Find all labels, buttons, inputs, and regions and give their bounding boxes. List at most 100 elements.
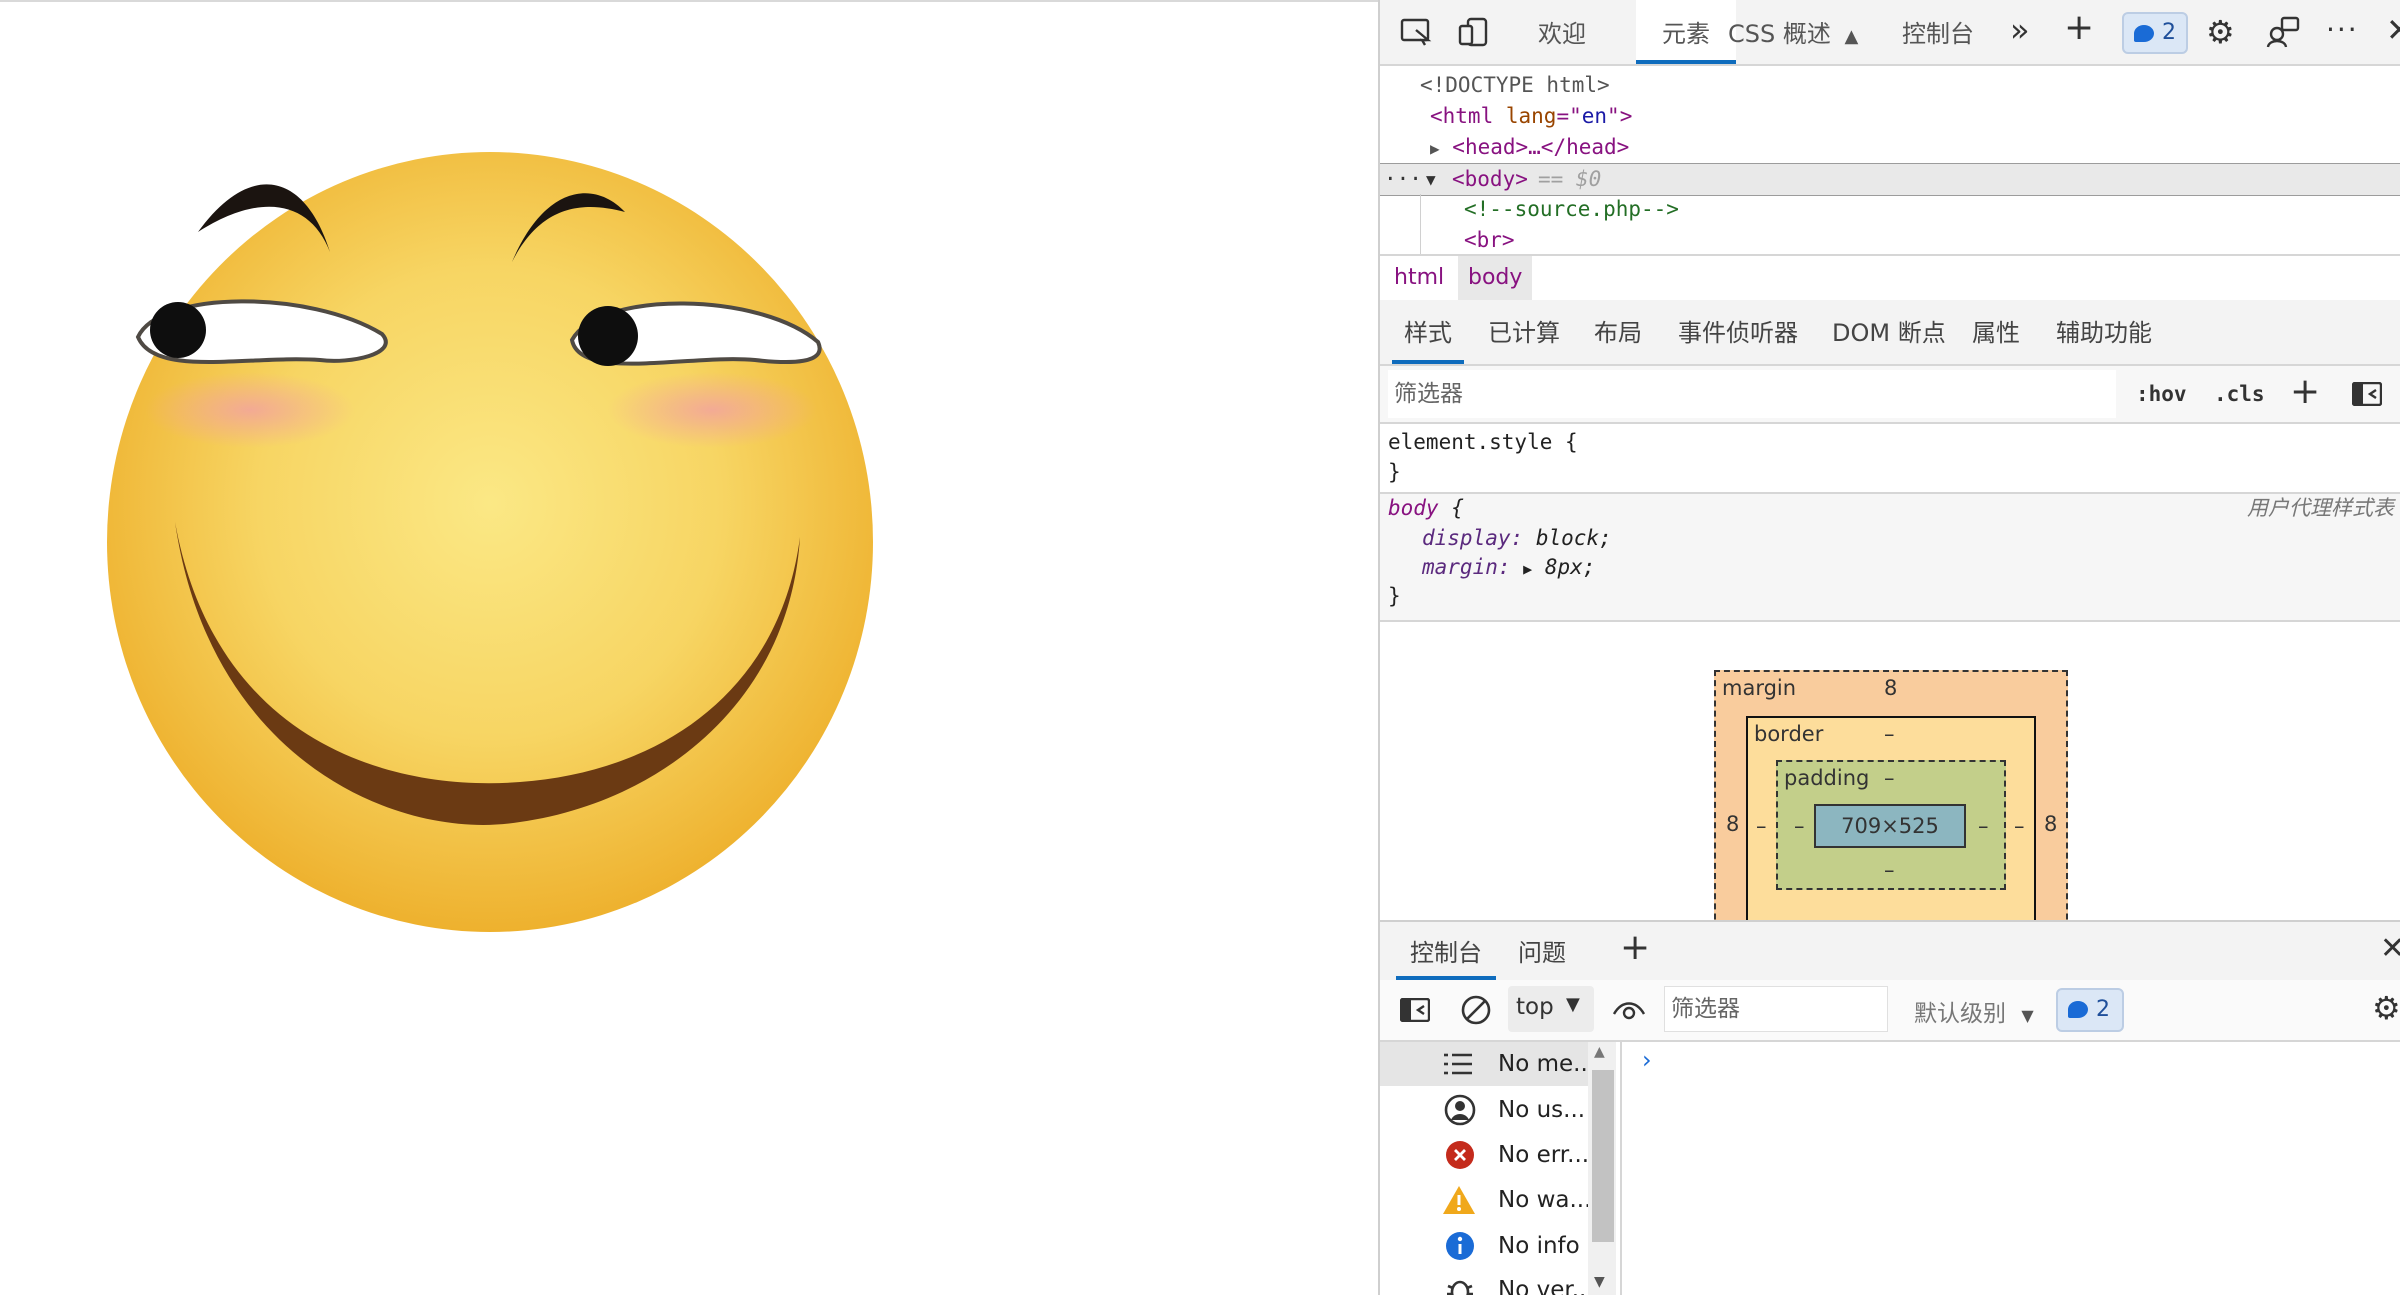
context-selector[interactable]: top ▼ [1508, 986, 1594, 1032]
sidebar-item-verbose[interactable]: No ver... [1380, 1268, 1600, 1295]
breadcrumb-body[interactable]: body [1458, 256, 1533, 300]
live-expression-eye-icon[interactable] [1612, 998, 1646, 1022]
new-style-rule-plus-icon[interactable]: + [2290, 374, 2320, 410]
margin-top-value: 8 [1884, 676, 1898, 700]
settings-gear-icon[interactable]: ⚙ [2206, 16, 2235, 48]
smirk-emoji-image [107, 152, 873, 932]
add-tab-plus-icon[interactable]: + [2064, 10, 2094, 46]
drawer-tab-console[interactable]: 控制台 [1396, 922, 1496, 980]
element-style-rule[interactable]: element.style { } [1380, 424, 2400, 494]
log-level-dropdown[interactable]: 默认级别 ▼ [1914, 994, 2034, 1028]
bug-icon [1444, 1274, 1476, 1295]
more-options-icon[interactable]: ··· [2326, 16, 2359, 44]
dom-body-line-selected[interactable]: ··· ▼ <body> == $0 [1380, 163, 2400, 196]
sidebar-item-label: No ver... [1498, 1277, 1594, 1295]
tab-dom-breakpoints[interactable]: DOM 断点 [1832, 300, 1946, 364]
body-rule-close: } [1388, 584, 1401, 608]
devtools-panel: 欢迎 元素 CSS 概述 ▲ 控制台 » + 2 ⚙ ··· ✕ <!DOCTY… [1378, 0, 2400, 1295]
console-toolbar: top ▼ 默认级别 ▼ 2 ⚙ [1380, 980, 2400, 1042]
box-model-content[interactable]: 709×525 [1814, 804, 1966, 848]
clear-console-icon[interactable] [1460, 994, 1492, 1026]
sidebar-item-messages[interactable]: No me... [1380, 1042, 1600, 1086]
margin-left-value: 8 [1726, 812, 1740, 836]
tab-css-overview[interactable]: CSS 概述 ▲ [1728, 0, 1868, 64]
body-selector: body [1388, 496, 1439, 520]
tab-elements-label: 元素 [1662, 20, 1710, 48]
style-rules: element.style { } body { 用户代理样式表 display… [1380, 424, 2400, 622]
dom-node-actions-icon[interactable]: ··· [1384, 164, 1422, 195]
page-viewport [0, 0, 1378, 1295]
dom-body-ref: == $0 [1538, 167, 1602, 191]
border-label: border [1754, 722, 1824, 746]
issues-badge-button[interactable]: 2 [2122, 12, 2188, 54]
dom-body-tag: <body> [1452, 167, 1528, 191]
drawer-tab-issues[interactable]: 问题 [1518, 922, 1566, 980]
dom-html-line[interactable]: <html lang="en"> [1430, 101, 1632, 132]
box-model-margin[interactable]: margin 8 8 8 border – – – – padding – – … [1714, 670, 2068, 976]
drawer-tabs: 控制台 问题 + ✕ [1380, 920, 2400, 982]
tab-styles[interactable]: 样式 [1392, 300, 1464, 364]
sidebar-item-label: No wa... [1498, 1187, 1592, 1213]
console-prompt-chevron-icon[interactable]: › [1642, 1046, 1652, 1074]
sidebar-item-errors[interactable]: No err... [1380, 1133, 1600, 1177]
show-console-sidebar-icon[interactable] [1399, 997, 1431, 1023]
body-rule-header: body { [1388, 494, 1464, 523]
inspect-element-icon[interactable] [1400, 18, 1432, 46]
element-style-close: } [1388, 460, 1401, 484]
sidebar-item-warnings[interactable]: No wa... [1380, 1178, 1600, 1222]
toggle-sidebar-icon[interactable] [2351, 381, 2383, 407]
tab-properties[interactable]: 属性 [1972, 300, 2020, 364]
tab-console[interactable]: 控制台 [1902, 0, 1992, 64]
collapse-triangle-icon[interactable]: ▼ [1426, 164, 1436, 195]
dom-comment-line[interactable]: <!--source.php--> [1464, 194, 1679, 225]
margin-declaration[interactable]: margin: ▶ 8px; [1422, 553, 1595, 582]
log-level-label: 默认级别 [1914, 1001, 2006, 1027]
right-pupil [578, 306, 638, 366]
breadcrumb: html body [1380, 254, 2400, 302]
tab-computed[interactable]: 已计算 [1488, 300, 1560, 364]
feedback-people-icon[interactable] [2266, 16, 2300, 48]
tab-accessibility[interactable]: 辅助功能 [2056, 300, 2152, 364]
close-drawer-icon[interactable]: ✕ [2380, 934, 2400, 964]
margin-right-value: 8 [2044, 812, 2058, 836]
scroll-down-arrow-icon[interactable]: ▼ [1594, 1274, 1605, 1290]
device-toolbar-icon[interactable] [1458, 16, 1490, 48]
tab-event-listeners[interactable]: 事件侦听器 [1678, 300, 1798, 364]
close-devtools-icon[interactable]: ✕ [2386, 14, 2400, 46]
sidebar-item-user-messages[interactable]: No us... [1380, 1088, 1600, 1132]
dom-head-line[interactable]: ▶ <head>…</head> [1430, 132, 1629, 163]
cls-toggle-button[interactable]: .cls [2214, 366, 2265, 422]
body-style-rule[interactable]: body { 用户代理样式表 display: block; margin: ▶… [1380, 494, 2400, 622]
tab-elements[interactable]: 元素 [1636, 0, 1736, 64]
styles-filter-bar: :hov .cls + [1380, 366, 2400, 424]
expand-triangle-icon[interactable]: ▶ [1430, 139, 1440, 158]
sidebar-item-info[interactable]: No info [1380, 1224, 1600, 1268]
console-issues-badge-button[interactable]: 2 [2056, 988, 2124, 1032]
left-blush [145, 372, 355, 448]
styles-filter-input[interactable] [1388, 370, 2116, 418]
sidebar-scrollbar-thumb[interactable] [1592, 1070, 1614, 1242]
dom-lang-attr: lang [1505, 104, 1557, 128]
scroll-up-arrow-icon[interactable]: ▲ [1594, 1044, 1605, 1060]
expand-shorthand-triangle-icon[interactable]: ▶ [1523, 560, 1532, 578]
console-settings-gear-icon[interactable]: ⚙ [2372, 992, 2400, 1024]
display-value: block; [1535, 526, 1612, 550]
more-tabs-chevron-icon[interactable]: » [2010, 14, 2030, 46]
drawer-add-tab-plus-icon[interactable]: + [1620, 930, 1650, 966]
breadcrumb-html[interactable]: html [1384, 256, 1454, 300]
box-model-padding[interactable]: padding – – – – 709×525 [1776, 760, 2006, 890]
margin-value: 8px; [1544, 555, 1596, 579]
sidebar-item-label: No err... [1498, 1142, 1590, 1168]
display-declaration[interactable]: display: block; [1422, 524, 1612, 553]
tab-layout[interactable]: 布局 [1594, 300, 1642, 364]
dom-br-line[interactable]: <br> [1464, 225, 1515, 256]
console-sidebar: No me... No us... No err... No wa... No … [1380, 1042, 1622, 1295]
hov-toggle-button[interactable]: :hov [2136, 366, 2187, 422]
dom-doctype-line[interactable]: <!DOCTYPE html> [1420, 70, 1610, 101]
border-left-value: – [1756, 814, 1767, 838]
body-rule-open: { [1451, 496, 1464, 520]
dropdown-arrow-icon: ▼ [1566, 994, 1580, 1015]
tab-welcome[interactable]: 欢迎 [1538, 0, 1618, 64]
console-filter-input[interactable] [1664, 986, 1888, 1032]
log-level-arrow-icon: ▼ [2021, 1006, 2034, 1025]
